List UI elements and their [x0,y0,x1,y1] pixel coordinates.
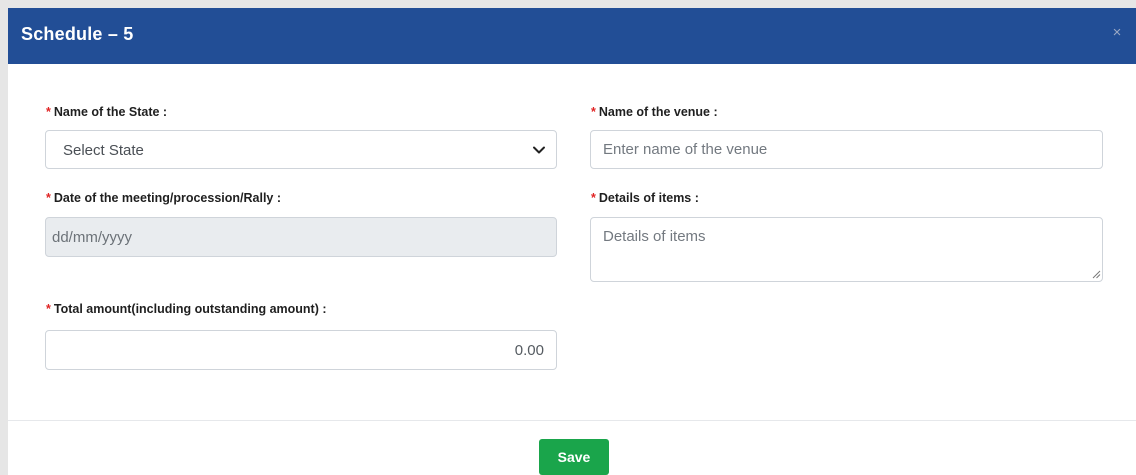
date-label-text: Date of the meeting/procession/Rally : [53,191,282,205]
date-label: * Date of the meeting/procession/Rally : [46,191,281,205]
state-select[interactable]: Select State [45,130,557,169]
amount-label: * Total amount(including outstanding amou… [46,302,327,316]
amount-label-text: Total amount(including outstanding amoun… [53,302,327,316]
venue-label-text: Name of the venue : [598,105,718,119]
amount-input[interactable] [45,330,557,370]
required-marker: * [591,191,596,205]
modal-header: Schedule – 5 × [8,8,1136,64]
items-label: * Details of items : [591,191,699,205]
resize-grip-icon[interactable] [1092,270,1101,279]
footer-divider [8,420,1136,421]
modal-title: Schedule – 5 [21,24,134,44]
required-marker: * [46,105,51,119]
schedule-modal: Schedule – 5 × * Name of the State : Sele… [8,8,1136,475]
date-input[interactable] [45,217,557,257]
state-select-value: Select State [63,142,144,159]
items-label-text: Details of items : [598,191,699,205]
chevron-down-icon [533,146,545,154]
items-textarea[interactable] [590,217,1103,282]
state-label-text: Name of the State : [53,105,168,119]
required-marker: * [46,302,51,316]
venue-input[interactable] [590,130,1103,169]
required-marker: * [591,105,596,119]
venue-label: * Name of the venue : [591,105,718,119]
close-icon[interactable]: × [1108,24,1126,42]
save-button[interactable]: Save [539,439,609,475]
required-marker: * [46,191,51,205]
state-label: * Name of the State : [46,105,167,119]
